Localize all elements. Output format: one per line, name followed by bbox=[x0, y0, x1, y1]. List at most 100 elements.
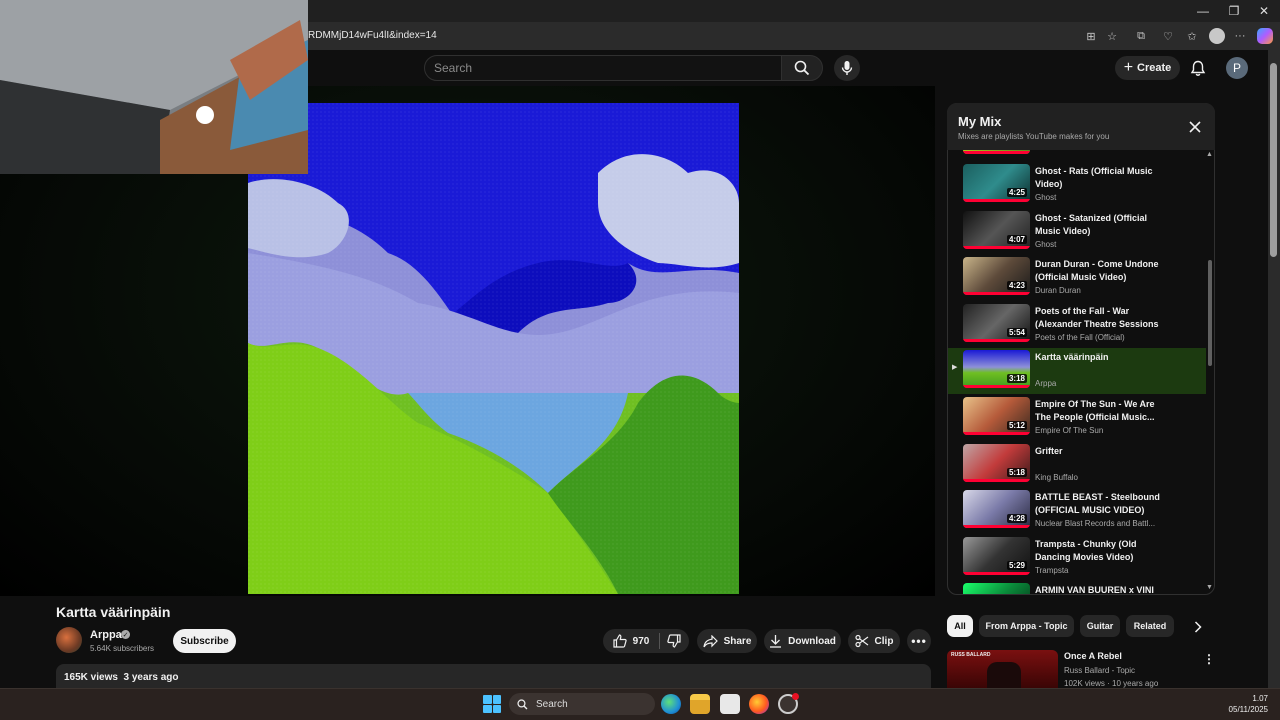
notification-badge bbox=[792, 693, 799, 700]
playlist-scrollbar[interactable] bbox=[1208, 260, 1212, 366]
playlist-item-title: ARMIN VAN BUUREN x VINI bbox=[1035, 585, 1154, 594]
playlist-item-channel: Arppa bbox=[1035, 379, 1057, 389]
playlist-item-title: BATTLE BEAST - Steelbound (OFFICIAL MUSI… bbox=[1035, 492, 1160, 516]
create-button[interactable]: + Create bbox=[1115, 56, 1180, 80]
dislike-button[interactable] bbox=[660, 629, 688, 653]
more-menu-icon[interactable]: ··· bbox=[1231, 28, 1249, 44]
scroll-down-icon[interactable]: ▼ bbox=[1206, 584, 1213, 591]
channel-avatar[interactable] bbox=[56, 627, 82, 653]
playlist-items: 3:55 4:25 Ghost - Rats (Official Music Vid… bbox=[948, 150, 1206, 594]
playlist-thumbnail: 5:18 bbox=[963, 443, 1030, 482]
list-item[interactable]: ARMIN VAN BUUREN x VINI bbox=[948, 581, 1206, 594]
reader-mode-icon[interactable]: ⊞ bbox=[1082, 28, 1100, 44]
address-url[interactable]: RDMMjD14wFu4lI&index=14 bbox=[308, 30, 437, 41]
thumbs-up-icon bbox=[613, 634, 627, 648]
watched-progress-bar bbox=[963, 478, 1030, 482]
file-explorer-icon[interactable] bbox=[690, 694, 710, 714]
clock-date: 05/11/2025 bbox=[1228, 705, 1268, 714]
playlist-duration: 5:54 bbox=[1006, 327, 1027, 337]
firefox-icon[interactable] bbox=[749, 694, 769, 714]
video-artwork[interactable] bbox=[248, 103, 739, 594]
subscriber-count: 5.64K subscribers bbox=[90, 644, 155, 653]
watched-progress-bar bbox=[963, 199, 1030, 202]
playlist-item-channel: Ghost bbox=[1035, 239, 1057, 249]
chevron-right-icon bbox=[1194, 621, 1202, 633]
list-item[interactable]: ▶ 3:18 Kartta väärinpäin Arppa bbox=[948, 348, 1206, 395]
edge-icon[interactable] bbox=[661, 694, 681, 714]
browser-profile-icon[interactable] bbox=[1209, 28, 1225, 44]
subscribe-button[interactable]: Subscribe bbox=[173, 629, 236, 653]
playlist-thumbnail bbox=[963, 583, 1030, 594]
playlist-duration: 3:18 bbox=[1006, 374, 1027, 384]
playlist-item-channel: Ghost bbox=[1035, 193, 1057, 202]
chip-related[interactable]: Related bbox=[1126, 615, 1174, 637]
clip-button[interactable]: Clip bbox=[848, 629, 900, 653]
share-label: Share bbox=[723, 635, 752, 647]
playlist-item-title: Poets of the Fall - War (Alexander Theat… bbox=[1035, 305, 1159, 329]
more-vertical-icon[interactable]: ⋮ bbox=[1203, 650, 1215, 668]
list-item[interactable]: 3:55 bbox=[948, 150, 1206, 160]
page-scrollbar-thumb[interactable] bbox=[1270, 63, 1277, 257]
favorites-icon[interactable]: ✩ bbox=[1183, 28, 1201, 44]
list-item[interactable]: 4:25 Ghost - Rats (Official Music Video) G… bbox=[948, 162, 1206, 208]
recommended-meta: 102K views · 10 years ago bbox=[1064, 679, 1159, 688]
account-avatar[interactable]: P bbox=[1226, 57, 1248, 79]
description-box[interactable] bbox=[56, 664, 931, 688]
list-item[interactable]: 4:07 Ghost - Satanized (Official Music Vi… bbox=[948, 209, 1206, 255]
browser-essentials-icon[interactable]: ♡ bbox=[1159, 28, 1177, 44]
minimize-icon[interactable]: — bbox=[1187, 0, 1219, 22]
recommended-thumbnail[interactable]: RUSS BALLARD bbox=[947, 650, 1058, 688]
chip-from-arppa[interactable]: From Arppa - Topic bbox=[979, 615, 1074, 637]
list-item[interactable]: 4:23 Duran Duran - Come Undone (Official … bbox=[948, 255, 1206, 301]
list-item[interactable]: 5:54 Poets of the Fall - War (Alexander T… bbox=[948, 302, 1206, 348]
watched-progress-bar bbox=[963, 292, 1030, 296]
extensions-icon[interactable]: ⧉ bbox=[1132, 28, 1150, 44]
playlist-thumbnail: 4:23 bbox=[963, 257, 1030, 296]
share-button[interactable]: Share bbox=[697, 629, 757, 653]
like-button[interactable]: 970 bbox=[603, 629, 659, 653]
chip-all[interactable]: All bbox=[947, 615, 973, 637]
playlist-item-title: Empire Of The Sun - We Are The People (O… bbox=[1035, 399, 1155, 422]
recommended-title[interactable]: Once A Rebel bbox=[1064, 651, 1122, 661]
maximize-icon[interactable]: ❐ bbox=[1218, 0, 1250, 22]
playlist-thumbnail: 3:55 bbox=[963, 150, 1030, 154]
recommended-channel[interactable]: Russ Ballard - Topic bbox=[1064, 666, 1135, 675]
playlist-item-title: Ghost - Rats (Official Music Video) bbox=[1035, 166, 1153, 189]
create-label: Create bbox=[1137, 62, 1172, 74]
playlist-item-title: Kartta väärinpäin bbox=[1035, 352, 1109, 363]
playlist-item-channel: Nuclear Blast Records and Battl... bbox=[1035, 519, 1156, 529]
clock-time: 1.07 bbox=[1252, 694, 1268, 703]
more-horizontal-icon: ••• bbox=[911, 634, 927, 648]
download-button[interactable]: Download bbox=[764, 629, 841, 653]
store-icon[interactable] bbox=[720, 694, 740, 714]
voice-search-button[interactable] bbox=[834, 55, 860, 81]
search-icon bbox=[517, 698, 528, 709]
playlist-duration: 5:12 bbox=[1006, 421, 1027, 430]
list-item[interactable]: 5:29 Trampsta - Chunky (Old Dancing Movie… bbox=[948, 535, 1206, 581]
taskbar-search[interactable]: Search bbox=[509, 693, 655, 715]
chip-guitar[interactable]: Guitar bbox=[1080, 615, 1120, 637]
notifications-button[interactable] bbox=[1187, 57, 1209, 79]
playlist-title[interactable]: My Mix bbox=[958, 114, 1001, 129]
playlist-item-title: Duran Duran - Come Undone (Official Musi… bbox=[1035, 259, 1159, 283]
watched-progress-bar bbox=[963, 432, 1030, 435]
close-playlist-button[interactable] bbox=[1185, 117, 1205, 137]
list-item[interactable]: 5:18 Grifter King Buffalo bbox=[948, 442, 1206, 488]
favorite-star-icon[interactable]: ☆ bbox=[1103, 28, 1121, 44]
list-item[interactable]: 4:28 BATTLE BEAST - Steelbound (OFFICIAL … bbox=[948, 488, 1206, 534]
search-button[interactable] bbox=[781, 55, 823, 81]
playlist-duration: 4:23 bbox=[1006, 281, 1027, 291]
plus-icon: + bbox=[1123, 59, 1134, 76]
search-input[interactable] bbox=[434, 59, 764, 77]
more-actions-button[interactable]: ••• bbox=[907, 629, 931, 653]
scroll-up-icon[interactable]: ▲ bbox=[1206, 151, 1213, 158]
channel-name[interactable]: Arppa bbox=[90, 629, 122, 641]
list-item[interactable]: 5:12 Empire Of The Sun - We Are The Peopl… bbox=[948, 395, 1206, 441]
chips-next-button[interactable] bbox=[1188, 617, 1208, 637]
bell-icon bbox=[1190, 60, 1206, 76]
playlist-item-title: Grifter bbox=[1035, 445, 1063, 456]
close-window-icon[interactable]: ✕ bbox=[1248, 0, 1280, 22]
playlist-duration: 5:29 bbox=[1006, 560, 1027, 570]
copilot-icon[interactable] bbox=[1257, 28, 1273, 44]
windows-start-icon[interactable] bbox=[483, 695, 501, 713]
